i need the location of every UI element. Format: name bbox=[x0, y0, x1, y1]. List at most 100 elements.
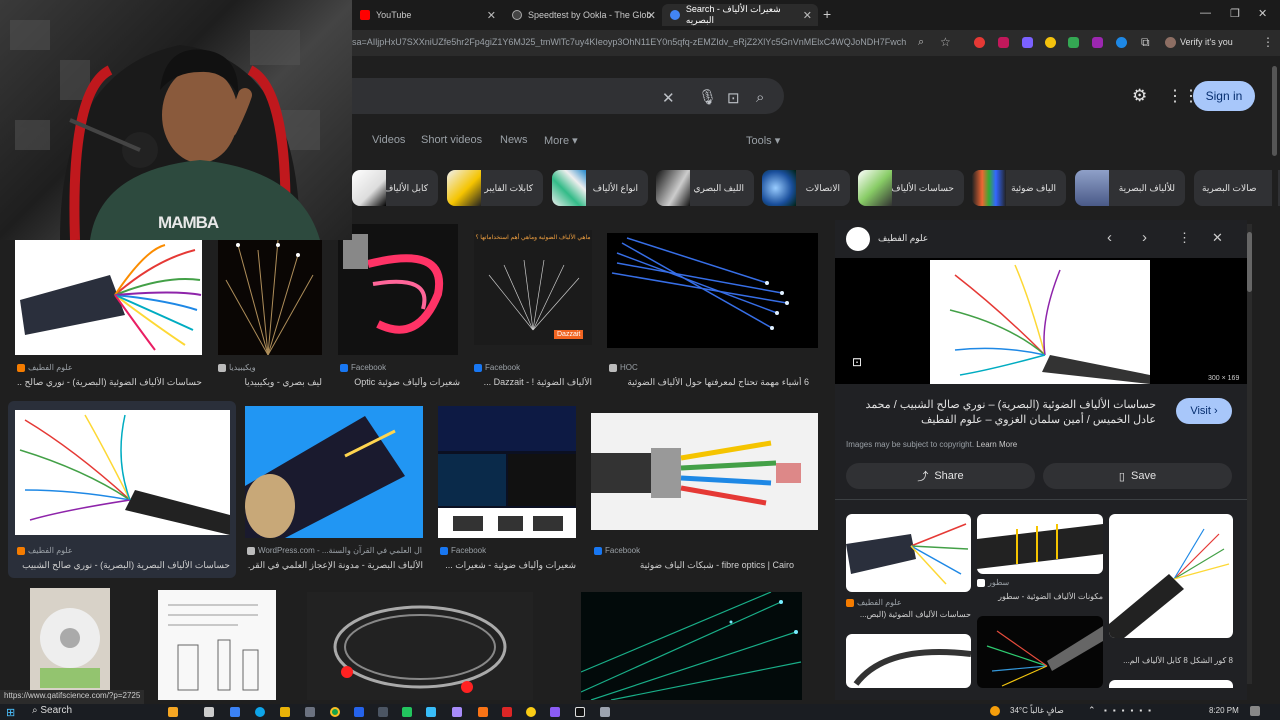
taskbar-app-icon[interactable] bbox=[478, 707, 488, 717]
result-image[interactable] bbox=[338, 224, 458, 355]
new-tab-button[interactable]: + bbox=[823, 6, 831, 22]
profile-avatar[interactable] bbox=[1165, 37, 1176, 48]
result-image[interactable] bbox=[245, 406, 423, 538]
result-caption[interactable]: fibre optics | Cairo - شبكات الياف ضوئية bbox=[594, 560, 794, 571]
result-image[interactable] bbox=[607, 233, 818, 348]
taskbar-app-icon[interactable] bbox=[305, 707, 315, 717]
system-tray-icons[interactable]: ▪▪▪▪▪▪ bbox=[1104, 706, 1157, 715]
result-source[interactable]: علوم الفطيف bbox=[17, 363, 73, 372]
task-view-icon[interactable] bbox=[204, 707, 214, 717]
chrome-icon[interactable] bbox=[330, 707, 340, 717]
result-image[interactable] bbox=[158, 590, 276, 700]
panel-scrollbar-thumb[interactable] bbox=[1247, 232, 1252, 292]
result-caption[interactable]: الألياف البصرية - مدونة الإعجاز العلمي ف… bbox=[247, 560, 423, 571]
weather-text[interactable]: 34°C صافٍ غالباً bbox=[1010, 706, 1064, 715]
taskbar-app-icon[interactable] bbox=[354, 707, 364, 717]
result-caption[interactable]: الألياف الضوئية ! - Dazzait ... bbox=[474, 377, 592, 388]
chip[interactable]: حساسات الألياف bbox=[858, 170, 964, 206]
related-image[interactable] bbox=[977, 514, 1103, 574]
result-image[interactable] bbox=[15, 410, 230, 535]
extension-icon[interactable] bbox=[998, 37, 1009, 48]
taskbar-app-icon[interactable] bbox=[452, 707, 462, 717]
related-caption[interactable]: حساسات الألياف الضوئية (البص... bbox=[846, 610, 971, 619]
result-caption[interactable]: شعيرات وألياف ضوئية Optic bbox=[340, 377, 460, 388]
microphone-icon[interactable]: 🎙 bbox=[698, 88, 717, 106]
related-image[interactable] bbox=[846, 514, 971, 592]
extension-icon[interactable] bbox=[1068, 37, 1079, 48]
taskbar-app-icon[interactable] bbox=[230, 707, 240, 717]
chip[interactable]: صالات البصرية bbox=[1194, 170, 1280, 206]
extension-icon[interactable] bbox=[974, 37, 985, 48]
tray-chevron-icon[interactable]: ⌃ bbox=[1088, 705, 1096, 716]
chip[interactable]: انواع الألياف bbox=[552, 170, 648, 206]
result-source[interactable]: Facebook bbox=[340, 363, 386, 372]
extensions-puzzle-icon[interactable]: ⧉ bbox=[1141, 35, 1150, 50]
result-caption[interactable]: شعيرات وألياف ضوئية - شعيرات ... bbox=[440, 560, 576, 571]
result-source[interactable]: Facebook bbox=[440, 546, 486, 555]
chip[interactable]: الليف البصري bbox=[656, 170, 754, 206]
extension-icon[interactable] bbox=[1045, 37, 1056, 48]
learn-more-link[interactable]: Learn More bbox=[976, 440, 1017, 449]
result-source[interactable]: Facebook bbox=[474, 363, 520, 372]
result-image[interactable] bbox=[581, 592, 802, 700]
taskbar-app-icon[interactable] bbox=[600, 707, 610, 717]
save-button[interactable]: ▯ Save bbox=[1043, 463, 1232, 489]
page-scrollbar[interactable] bbox=[1272, 60, 1278, 700]
related-image[interactable] bbox=[846, 634, 971, 688]
result-source[interactable]: Facebook bbox=[594, 546, 640, 555]
lens-search-icon[interactable]: ⊡ bbox=[852, 355, 862, 369]
share-button[interactable]: ⤴ Share bbox=[846, 463, 1035, 489]
widgets-icon[interactable] bbox=[168, 707, 178, 717]
result-source[interactable]: HOC bbox=[609, 363, 638, 372]
chip[interactable]: للألياف البصرية bbox=[1075, 170, 1185, 206]
maximize-icon[interactable]: ❐ bbox=[1230, 7, 1240, 20]
taskbar-app-icon[interactable] bbox=[502, 707, 512, 717]
tools-button[interactable]: Tools ▾ bbox=[746, 134, 780, 147]
clock[interactable]: 8:20 PM bbox=[1209, 706, 1239, 715]
address-bar[interactable]: &sa=AIljpHxU7SXXniUZfe5hr2Fp4giZ1Y6MJ25_… bbox=[340, 30, 1280, 56]
result-source[interactable]: ويكيبيديا bbox=[218, 363, 256, 372]
panel-site-name[interactable]: علوم الفطيف bbox=[878, 233, 928, 244]
visit-button[interactable]: Visit › bbox=[1176, 398, 1232, 424]
close-tab-icon[interactable]: ✕ bbox=[487, 9, 496, 22]
result-image[interactable] bbox=[438, 406, 576, 538]
bookmark-star-icon[interactable]: ☆ bbox=[940, 35, 951, 49]
previous-icon[interactable]: ‹ bbox=[1107, 229, 1112, 246]
tab-speedtest[interactable]: Speedtest by Ookla - The Glob ✕ bbox=[504, 4, 662, 26]
result-image[interactable] bbox=[30, 588, 110, 698]
telegram-icon[interactable] bbox=[426, 707, 436, 717]
tab-news[interactable]: News bbox=[500, 134, 528, 146]
chip[interactable]: كابلات الفايبر bbox=[447, 170, 543, 206]
taskbar-search[interactable]: ⌕ Search bbox=[32, 705, 72, 716]
weather-icon[interactable] bbox=[990, 706, 1000, 716]
panel-scrollbar[interactable] bbox=[1247, 224, 1252, 684]
close-panel-icon[interactable]: ✕ bbox=[1212, 230, 1223, 246]
close-window-icon[interactable]: ✕ bbox=[1258, 7, 1267, 20]
lens-icon[interactable]: ⊡ bbox=[727, 89, 740, 107]
page-scrollbar-thumb[interactable] bbox=[1272, 66, 1277, 156]
taskbar-app-icon[interactable] bbox=[378, 707, 388, 717]
related-source[interactable]: سطور bbox=[977, 578, 1009, 587]
tab-videos[interactable]: Videos bbox=[372, 134, 405, 146]
zoom-icon[interactable]: ⌕ bbox=[918, 36, 924, 49]
panel-title[interactable]: حساسات الألياف الضوئية (البصرية) – نوري … bbox=[846, 398, 1156, 428]
url-text[interactable]: &sa=AIljpHxU7SXXniUZfe5hr2Fp4giZ1Y6MJ25_… bbox=[346, 37, 906, 47]
taskbar-app-icon[interactable] bbox=[550, 707, 560, 717]
close-tab-icon[interactable]: ✕ bbox=[803, 9, 812, 22]
tab-more[interactable]: More ▾ bbox=[544, 134, 578, 147]
result-caption[interactable]: حساسات الألياف الضوئية (البصرية) - نوري … bbox=[17, 377, 202, 388]
tab-short-videos[interactable]: Short videos bbox=[421, 134, 482, 146]
next-icon[interactable]: › bbox=[1142, 229, 1147, 246]
close-tab-icon[interactable]: ✕ bbox=[647, 9, 656, 22]
result-image[interactable] bbox=[15, 240, 202, 355]
result-caption[interactable]: حساسات الألياف البصرية (البصرية) - نوري … bbox=[10, 560, 230, 571]
search-icon[interactable]: ⌕ bbox=[756, 89, 764, 106]
related-caption[interactable]: مكونات الألياف الضوئية - سطور bbox=[977, 592, 1103, 601]
tab-search[interactable]: Search - شعيرات الألياف البصريه ✕ bbox=[662, 4, 818, 26]
browser-menu-icon[interactable]: ⋮ bbox=[1262, 35, 1274, 49]
result-image[interactable]: ماهي الألياف الضوئية وماهي أهم استخدامات… bbox=[474, 230, 592, 345]
preview-image[interactable] bbox=[930, 260, 1150, 384]
settings-gear-icon[interactable]: ⚙ bbox=[1132, 86, 1147, 106]
result-image[interactable] bbox=[218, 240, 322, 355]
more-options-icon[interactable]: ⋮ bbox=[1178, 230, 1191, 246]
